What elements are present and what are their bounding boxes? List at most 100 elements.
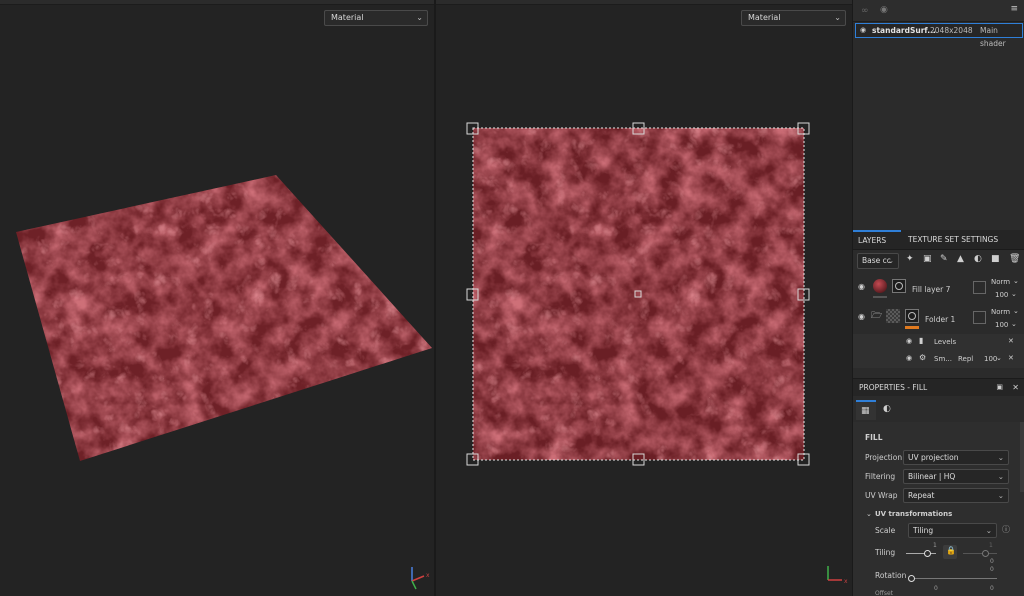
fill-properties: FILL Projection UV projection ⌄ Filterin… bbox=[853, 422, 1024, 596]
layer-checkbox[interactable] bbox=[973, 311, 986, 324]
rotation-label: Rotation bbox=[875, 571, 907, 580]
add-folder-icon[interactable]: ■ bbox=[991, 255, 1000, 264]
chevron-down-icon: ⌄ bbox=[997, 453, 1004, 462]
mask-selected-indicator bbox=[905, 326, 919, 329]
thumbnail-underline bbox=[873, 296, 887, 298]
axis-gizmo-icon: x bbox=[411, 567, 430, 590]
tiling-label: Tiling bbox=[875, 548, 896, 557]
scale-value: Tiling bbox=[913, 526, 934, 535]
add-mask-icon[interactable]: ▣ bbox=[923, 255, 932, 264]
layer-name: Fill layer 7 bbox=[912, 285, 951, 294]
layer-blend-mode[interactable]: Norm bbox=[991, 278, 1010, 286]
rotation-value: 0 bbox=[990, 566, 994, 573]
layer-blend-mode[interactable]: Norm bbox=[991, 308, 1010, 316]
filtering-select[interactable]: Bilinear | HQ ⌄ bbox=[903, 469, 1009, 484]
eye-icon[interactable]: ◉ bbox=[860, 27, 866, 34]
offset-label: Offset bbox=[875, 590, 894, 596]
offset-row: Offset 0 0 bbox=[853, 584, 1024, 596]
effect-row-partial bbox=[853, 368, 1024, 378]
projection-select[interactable]: UV projection ⌄ bbox=[903, 450, 1009, 465]
texture-set-resolution: 2048x2048 bbox=[930, 26, 973, 35]
chevron-down-icon: ⌄ bbox=[1011, 290, 1017, 298]
link-icon[interactable]: ∞ bbox=[861, 7, 869, 16]
eye-icon[interactable]: ◉ bbox=[858, 313, 865, 321]
properties-tabbar: ▦ ◐ bbox=[853, 398, 1024, 422]
tab-texture-set-settings[interactable]: TEXTURE SET SETTINGS bbox=[903, 230, 1024, 250]
uv-transformations-label: UV transformations bbox=[875, 510, 953, 518]
texture-set-list-header: ∞ ◉ ≡ bbox=[853, 0, 1024, 22]
chevron-down-icon: ⌄ bbox=[997, 472, 1004, 481]
material-thumbnail bbox=[873, 279, 887, 293]
layer-name: Folder 1 bbox=[925, 315, 956, 324]
close-icon[interactable]: ✕ bbox=[1008, 338, 1014, 345]
channel-label: Base cc bbox=[862, 256, 891, 265]
uv-transformations-toggle[interactable]: ⌄ UV transformations bbox=[853, 506, 1024, 522]
eye-icon[interactable]: ◉ bbox=[906, 355, 912, 362]
2d-viewport[interactable]: Material ⌄ x bbox=[436, 5, 851, 596]
rotation-slider[interactable] bbox=[911, 578, 997, 579]
projection-value: UV projection bbox=[908, 453, 959, 462]
tiling-slider-v-handle[interactable] bbox=[982, 550, 989, 557]
add-fill-layer-icon[interactable]: ▲ bbox=[957, 255, 964, 264]
texture-set-row[interactable]: ◉ standardSurf... 2048x2048 Main shader bbox=[855, 23, 1023, 48]
tiling-lock-button[interactable]: 🔒 bbox=[943, 545, 957, 559]
detach-icon[interactable]: ▣ bbox=[996, 384, 1003, 391]
tab-texture-settings-label: TEXTURE SET SETTINGS bbox=[908, 235, 999, 244]
filter-menu-icon[interactable]: ≡ bbox=[1010, 5, 1018, 14]
eye-icon[interactable]: ◉ bbox=[906, 338, 912, 345]
eye-icon[interactable]: ◉ bbox=[858, 283, 865, 291]
layer-row-fill-layer[interactable]: ◉ Fill layer 7 Norm ⌄ 100 ⌄ bbox=[853, 274, 1024, 304]
layer-row-folder[interactable]: ◉ 🗁 Folder 1 Norm ⌄ 100 ⌄ bbox=[853, 304, 1024, 334]
tiling-slider-u-handle[interactable] bbox=[924, 550, 931, 557]
chevron-down-icon: ⌄ bbox=[985, 526, 992, 535]
tab-fill-properties[interactable]: ▦ bbox=[856, 400, 876, 420]
effect-blend-mode[interactable]: Repl bbox=[958, 355, 973, 363]
chevron-down-icon: ⌄ bbox=[1013, 277, 1019, 285]
3d-mesh-plane[interactable] bbox=[0, 5, 434, 596]
layer-checkbox[interactable] bbox=[973, 281, 986, 294]
effect-name: Sm... bbox=[934, 355, 952, 363]
section-fill-title: FILL bbox=[865, 433, 883, 442]
3d-viewport[interactable]: Material ⌄ x bbox=[0, 5, 434, 596]
add-smart-material-icon[interactable]: ◐ bbox=[974, 255, 982, 264]
properties-scrollbar[interactable] bbox=[1020, 422, 1024, 492]
rotation-slider-handle[interactable] bbox=[908, 575, 915, 582]
info-icon[interactable]: ⓘ bbox=[1002, 526, 1010, 534]
tiling-row: Tiling 1 🔒 1 0 bbox=[853, 542, 1024, 565]
properties-title: PROPERTIES - FILL bbox=[859, 383, 928, 392]
chevron-down-icon: ⌄ bbox=[997, 491, 1004, 500]
close-icon[interactable]: ✕ bbox=[1008, 355, 1014, 362]
fill-layer-icon: ▦ bbox=[861, 406, 870, 416]
tiling-slider-u[interactable] bbox=[906, 553, 936, 554]
right-panel: ∞ ◉ ≡ ◉ standardSurf... 2048x2048 Main s… bbox=[852, 0, 1024, 596]
offset-value-v: 0 bbox=[990, 585, 994, 592]
chevron-down-icon: ⌄ bbox=[996, 354, 1002, 362]
effect-row-smart[interactable]: ◉ ⚙ Sm... Repl 100 ⌄ ✕ bbox=[853, 351, 1024, 368]
filtering-value: Bilinear | HQ bbox=[908, 472, 956, 481]
effect-row-levels[interactable]: ◉ ▮ Levels ✕ bbox=[853, 334, 1024, 351]
material-icon: ◐ bbox=[883, 404, 891, 414]
uv-texture-preview[interactable] bbox=[436, 5, 851, 596]
properties-header: PROPERTIES - FILL ▣ ✕ bbox=[853, 378, 1024, 396]
filtering-row: Filtering Bilinear | HQ ⌄ bbox=[853, 469, 1024, 485]
chevron-down-icon: ⌄ bbox=[866, 510, 872, 518]
add-effect-icon[interactable]: ✦ bbox=[906, 255, 914, 264]
tab-layers[interactable]: LAYERS ✕ bbox=[853, 230, 901, 263]
lock-icon: 🔒 bbox=[946, 546, 956, 555]
eye-icon[interactable]: ◉ bbox=[880, 6, 888, 15]
layer-opacity[interactable]: 100 bbox=[995, 321, 1008, 329]
channel-dropdown[interactable]: Base cc ⌄ bbox=[857, 253, 899, 269]
delete-layer-icon[interactable]: 🗑 bbox=[1009, 255, 1020, 264]
uv-wrap-select[interactable]: Repeat ⌄ bbox=[903, 488, 1009, 503]
chevron-down-icon: ⌄ bbox=[1013, 307, 1019, 315]
paint-brush-icon[interactable]: ✎ bbox=[940, 255, 948, 264]
uv-wrap-label: UV Wrap bbox=[865, 491, 898, 500]
layer-opacity[interactable]: 100 bbox=[995, 291, 1008, 299]
scale-select[interactable]: Tiling ⌄ bbox=[908, 523, 997, 538]
projection-row: Projection UV projection ⌄ bbox=[853, 450, 1024, 466]
close-icon[interactable]: ✕ bbox=[1012, 384, 1019, 392]
tab-material-properties[interactable]: ◐ bbox=[878, 400, 898, 420]
projection-label: Projection bbox=[865, 453, 903, 462]
layers-toolbar: Base cc ⌄ ✦ ▣ ✎ ▲ ◐ ■ 🗑 bbox=[853, 250, 1024, 272]
scale-row: Scale Tiling ⌄ ⓘ bbox=[853, 523, 1024, 539]
